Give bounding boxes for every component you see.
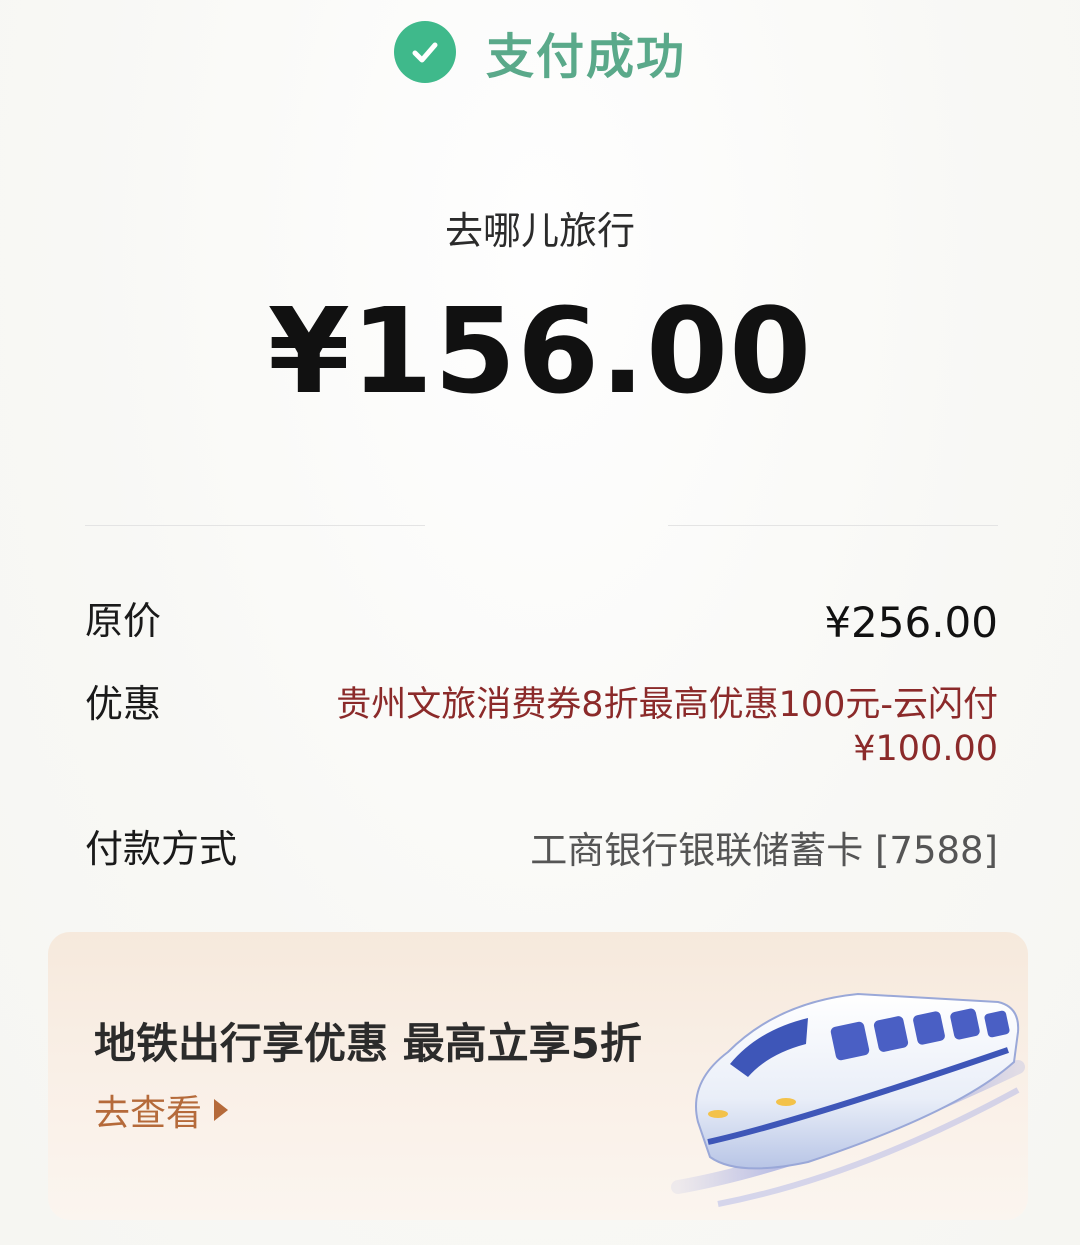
divider <box>85 525 425 526</box>
payment-method-label: 付款方式 <box>85 827 238 871</box>
payment-status-text: 支付成功 <box>485 29 686 85</box>
payment-result-page: 支付成功 去哪儿旅行 ¥156.00 原价 ¥256.00 优惠 贵州文旅消费券… <box>0 0 1080 1245</box>
discount-label: 优惠 <box>85 682 162 726</box>
original-price-label: 原价 <box>85 599 162 643</box>
divider <box>668 525 998 526</box>
high-speed-train-icon <box>658 972 1028 1220</box>
promo-view-link[interactable]: 去查看 <box>94 1084 229 1136</box>
original-price-value: ¥256.00 <box>824 598 998 647</box>
merchant-name: 去哪儿旅行 <box>444 209 635 253</box>
payment-status: 支付成功 <box>0 18 1080 86</box>
check-circle-icon <box>393 21 456 83</box>
promo-title: 地铁出行享优惠 最高立享5折 <box>94 1019 642 1068</box>
promo-banner[interactable]: 地铁出行享优惠 最高立享5折 去查看 <box>48 932 1028 1220</box>
discount-amount: ¥100.00 <box>853 729 998 769</box>
payment-method-value: 工商银行银联储蓄卡 [7588] <box>530 829 998 872</box>
discount-description: 贵州文旅消费券8折最高优惠100元-云闪付 <box>336 685 998 725</box>
promo-view-link-label: 去查看 <box>94 1093 203 1134</box>
arrow-right-icon <box>214 1099 229 1121</box>
payment-amount: ¥156.00 <box>267 282 813 420</box>
